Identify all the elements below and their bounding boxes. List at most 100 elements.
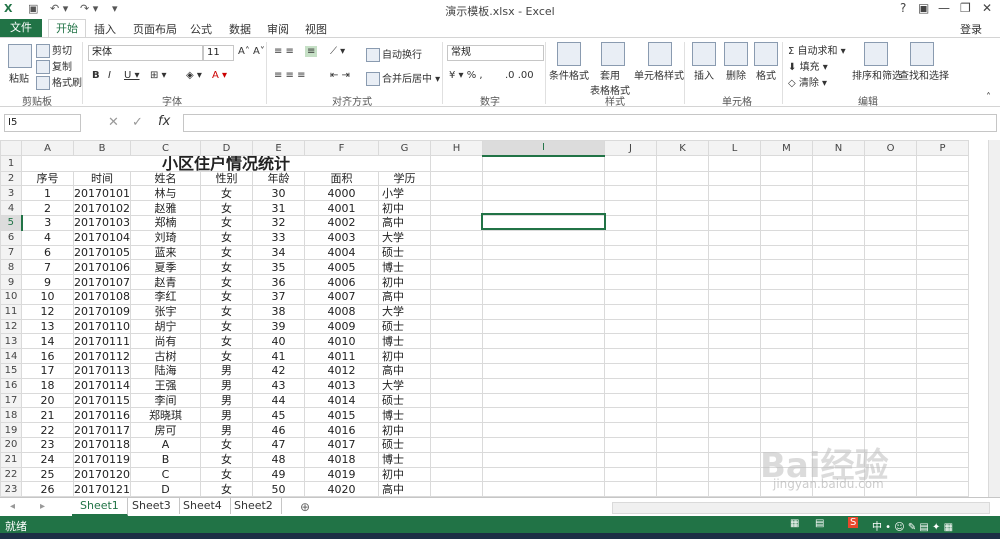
input-method-icon[interactable]: S xyxy=(848,517,859,528)
cell[interactable]: 女 xyxy=(200,303,253,320)
cell[interactable] xyxy=(604,436,657,453)
cell[interactable] xyxy=(864,244,917,261)
cell[interactable] xyxy=(482,481,605,497)
cell[interactable] xyxy=(482,303,605,320)
cell[interactable]: 李间 xyxy=(130,392,201,409)
cell[interactable]: 43 xyxy=(252,377,305,394)
column-header-o[interactable]: O xyxy=(864,140,917,157)
row-header[interactable]: 13 xyxy=(0,333,22,350)
fill-button[interactable]: ⬇ 填充 ▾ xyxy=(788,58,828,73)
cell[interactable]: 女 xyxy=(200,229,253,246)
add-sheet-icon[interactable]: ⊕ xyxy=(300,500,310,514)
cell[interactable] xyxy=(812,244,865,261)
cell[interactable]: 郑晓琪 xyxy=(130,407,201,424)
cell[interactable] xyxy=(482,288,605,305)
cell[interactable]: 郑楠 xyxy=(130,214,201,231)
cell[interactable] xyxy=(916,333,969,350)
find-select-button[interactable]: 查找和选择 xyxy=(899,67,949,82)
cell[interactable]: 大学 xyxy=(378,229,431,246)
cell[interactable] xyxy=(430,466,483,483)
cell[interactable]: 6 xyxy=(21,244,74,261)
cell[interactable]: 20170112 xyxy=(73,348,131,364)
cell[interactable]: 夏季 xyxy=(130,259,201,276)
cell[interactable]: 18 xyxy=(21,377,74,394)
cell[interactable] xyxy=(482,244,605,261)
cell[interactable] xyxy=(430,377,483,394)
cell[interactable] xyxy=(656,303,709,320)
cell[interactable] xyxy=(430,170,483,187)
cell[interactable]: 4013 xyxy=(304,377,379,394)
orientation-icon[interactable]: ⟋ ▾ xyxy=(330,46,345,57)
cell[interactable]: 女 xyxy=(200,185,253,202)
cell[interactable]: 20170105 xyxy=(73,244,131,261)
cell[interactable] xyxy=(812,392,865,409)
cell[interactable] xyxy=(864,318,917,335)
cell[interactable]: 47 xyxy=(252,436,305,453)
cell[interactable] xyxy=(656,274,709,290)
format-cells-button[interactable]: 格式 xyxy=(756,67,776,82)
cell[interactable] xyxy=(760,229,813,246)
cell[interactable]: B xyxy=(130,451,201,468)
cell[interactable] xyxy=(482,229,605,246)
cell[interactable] xyxy=(656,170,709,187)
cell[interactable]: 33 xyxy=(252,229,305,246)
cell[interactable]: 女 xyxy=(200,200,253,216)
align-bottom-icon[interactable]: ≡ xyxy=(305,46,318,57)
cell[interactable]: 4012 xyxy=(304,362,379,379)
cell[interactable]: 陆海 xyxy=(130,362,201,379)
cell[interactable] xyxy=(864,348,917,364)
conditional-format-button[interactable]: 条件格式 xyxy=(549,67,589,82)
cell[interactable]: 34 xyxy=(252,244,305,261)
cell[interactable] xyxy=(916,377,969,394)
cell[interactable]: 42 xyxy=(252,362,305,379)
cell[interactable]: 女 xyxy=(200,481,253,497)
cell[interactable] xyxy=(482,318,605,335)
cell[interactable]: 20170106 xyxy=(73,259,131,276)
cell[interactable]: 38 xyxy=(252,303,305,320)
cell[interactable] xyxy=(656,288,709,305)
cell[interactable] xyxy=(916,481,969,497)
cell[interactable]: 女 xyxy=(200,348,253,364)
cell[interactable]: 男 xyxy=(200,422,253,438)
cell[interactable]: 硕士 xyxy=(378,392,431,409)
cell[interactable] xyxy=(430,214,483,231)
cell[interactable]: 40 xyxy=(252,333,305,350)
cell[interactable]: 硕士 xyxy=(378,244,431,261)
row-header[interactable]: 21 xyxy=(0,451,22,468)
horizontal-scrollbar[interactable] xyxy=(612,502,990,514)
cell[interactable] xyxy=(864,288,917,305)
cell[interactable] xyxy=(812,333,865,350)
cell[interactable] xyxy=(604,185,657,202)
name-box[interactable]: I5 xyxy=(4,114,81,132)
cell[interactable]: 16 xyxy=(21,348,74,364)
sheet-title-cell[interactable]: 小区住户情况统计 xyxy=(21,155,431,172)
cell[interactable] xyxy=(482,259,605,276)
underline-button[interactable]: U ▾ xyxy=(124,70,140,81)
vertical-scrollbar[interactable] xyxy=(988,140,1000,497)
font-name-select[interactable]: 宋体 xyxy=(88,45,203,61)
cell[interactable]: 大学 xyxy=(378,303,431,320)
cell[interactable] xyxy=(760,318,813,335)
paste-button[interactable]: 粘贴 xyxy=(9,70,29,85)
column-header-p[interactable]: P xyxy=(916,140,969,157)
cell[interactable]: 4000 xyxy=(304,185,379,202)
row-header[interactable]: 10 xyxy=(0,288,22,305)
format-painter-button[interactable]: 格式刷 xyxy=(36,74,82,90)
cell[interactable] xyxy=(760,259,813,276)
cell[interactable] xyxy=(482,274,605,290)
cell[interactable] xyxy=(812,214,865,231)
cell[interactable]: 31 xyxy=(252,200,305,216)
cell[interactable] xyxy=(656,333,709,350)
cell[interactable]: 王强 xyxy=(130,377,201,394)
close-button[interactable]: ✕ xyxy=(982,1,992,15)
cell[interactable] xyxy=(430,288,483,305)
cell[interactable] xyxy=(916,229,969,246)
cell[interactable]: 博士 xyxy=(378,407,431,424)
sort-filter-button[interactable]: 排序和筛选 xyxy=(852,67,902,82)
cell[interactable]: 男 xyxy=(200,407,253,424)
cell[interactable]: 4017 xyxy=(304,436,379,453)
cell[interactable]: 22 xyxy=(21,422,74,438)
cell[interactable] xyxy=(916,155,969,172)
cell[interactable]: 37 xyxy=(252,288,305,305)
cell[interactable]: 39 xyxy=(252,318,305,335)
